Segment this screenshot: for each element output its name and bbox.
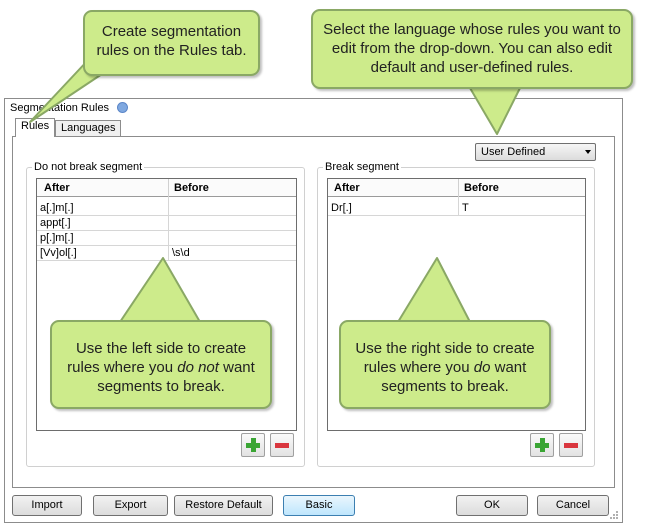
callout-language: Select the language whose rules you want… <box>311 9 633 89</box>
callout-rules-tab-text: Create segmentation rules on the Rules t… <box>96 23 247 59</box>
callout-tail-left <box>119 257 201 323</box>
callout-rules-tab: Create segmentation rules on the Rules t… <box>83 10 260 76</box>
callout-left-side: Use the left side to create rules where … <box>50 320 272 409</box>
callout-tail-right <box>397 257 471 323</box>
callout-tail-language <box>469 87 521 135</box>
callout-language-text: Select the language whose rules you want… <box>323 21 621 76</box>
callout-right-side: Use the right side to create rules where… <box>339 320 551 409</box>
